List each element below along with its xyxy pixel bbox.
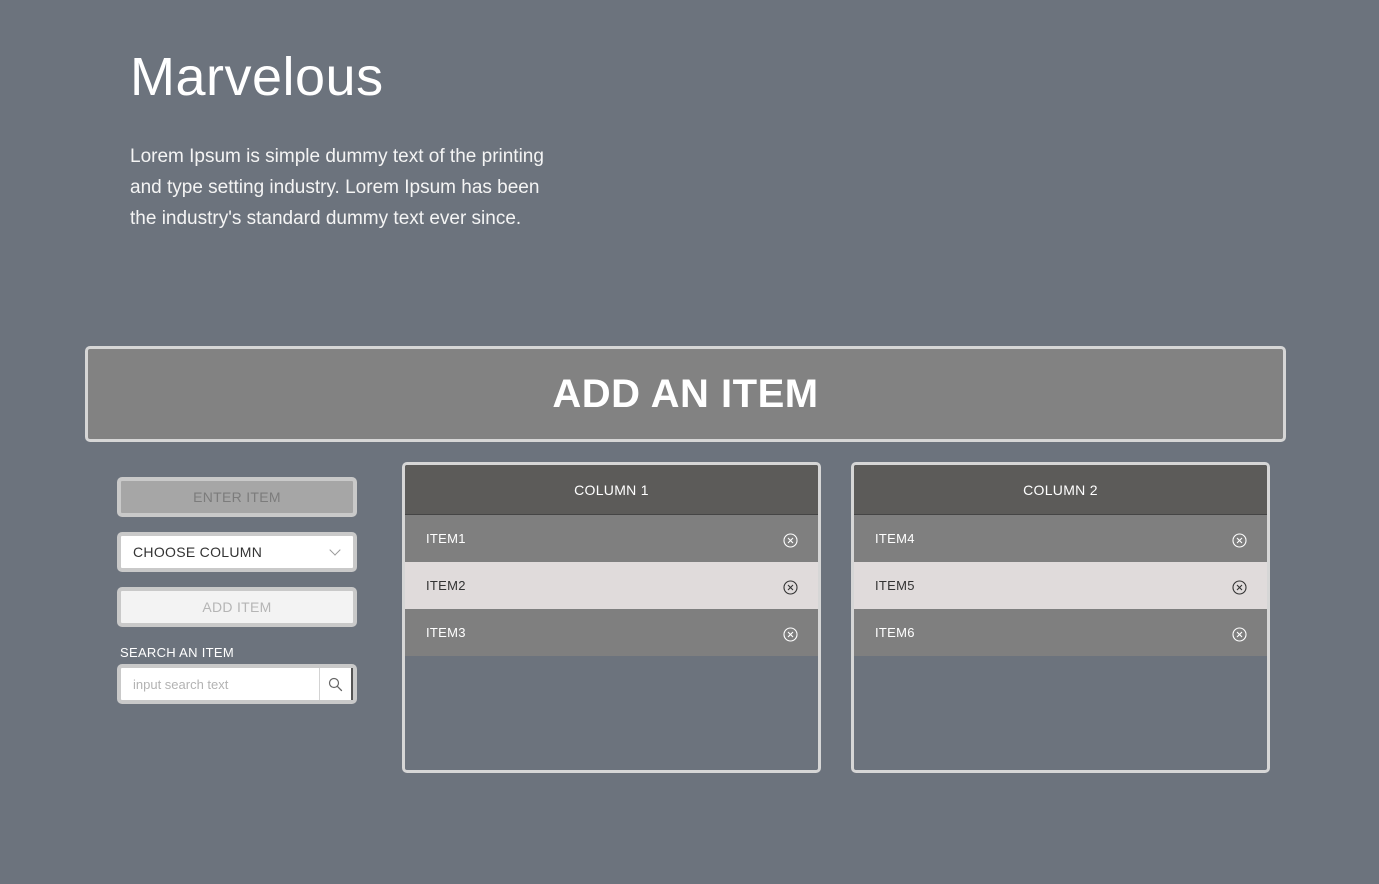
enter-item-placeholder: ENTER ITEM <box>193 489 281 505</box>
add-item-label: ADD ITEM <box>202 599 272 615</box>
list-item: ITEM1 <box>405 515 818 562</box>
item-label: ITEM6 <box>875 625 915 640</box>
list-item: ITEM3 <box>405 609 818 656</box>
column-header: COLUMN 2 <box>854 465 1267 515</box>
column-header: COLUMN 1 <box>405 465 818 515</box>
close-circle-icon <box>782 627 798 642</box>
column-1: COLUMN 1 ITEM1 ITEM2 ITEM3 <box>402 462 821 773</box>
add-item-banner: ADD AN ITEM <box>85 346 1286 442</box>
item-label: ITEM4 <box>875 531 915 546</box>
remove-item-button[interactable] <box>1231 627 1247 643</box>
choose-column-label: CHOOSE COLUMN <box>133 544 263 560</box>
intro-text: Lorem Ipsum is simple dummy text of the … <box>130 146 544 229</box>
page: Marvelous Lorem Ipsum is simple dummy te… <box>0 0 1379 884</box>
item-label: ITEM1 <box>426 531 466 546</box>
close-circle-icon <box>782 580 798 595</box>
close-circle-icon <box>1231 627 1247 642</box>
column-2: COLUMN 2 ITEM4 ITEM5 ITEM6 <box>851 462 1270 773</box>
close-circle-icon <box>1231 580 1247 595</box>
remove-item-button[interactable] <box>782 533 798 549</box>
search-button[interactable] <box>319 668 353 700</box>
item-label: ITEM3 <box>426 625 466 640</box>
banner-title: ADD AN ITEM <box>552 371 819 416</box>
chevron-down-icon <box>329 546 341 558</box>
close-circle-icon <box>1231 533 1247 548</box>
choose-column-select[interactable]: CHOOSE COLUMN <box>117 532 357 572</box>
page-title: Marvelous <box>130 47 384 107</box>
remove-item-button[interactable] <box>782 580 798 596</box>
search-label: SEARCH AN ITEM <box>120 645 234 660</box>
enter-item-field[interactable]: ENTER ITEM <box>117 477 357 517</box>
remove-item-button[interactable] <box>782 627 798 643</box>
remove-item-button[interactable] <box>1231 580 1247 596</box>
list-item: ITEM2 <box>405 562 818 609</box>
list-item: ITEM5 <box>854 562 1267 609</box>
remove-item-button[interactable] <box>1231 533 1247 549</box>
close-circle-icon <box>782 533 798 548</box>
search-box <box>117 664 357 704</box>
search-icon <box>328 677 343 691</box>
list-item: ITEM6 <box>854 609 1267 656</box>
list-item: ITEM4 <box>854 515 1267 562</box>
search-input[interactable] <box>121 668 319 700</box>
item-label: ITEM5 <box>875 578 915 593</box>
add-item-button[interactable]: ADD ITEM <box>117 587 357 627</box>
item-label: ITEM2 <box>426 578 466 593</box>
